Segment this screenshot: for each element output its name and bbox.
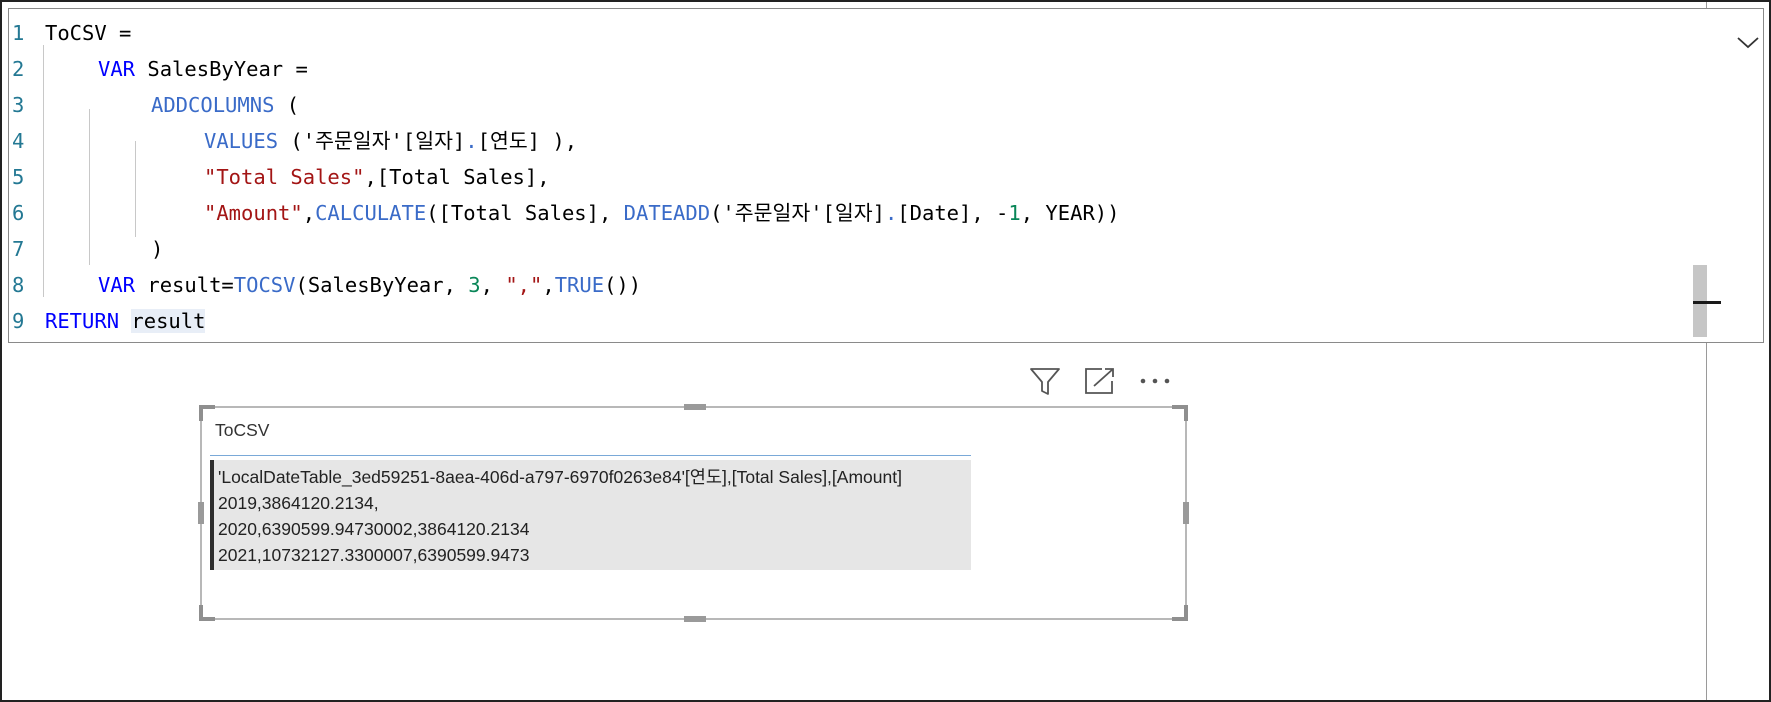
code-line[interactable]: 1 ToCSV = bbox=[9, 15, 1689, 51]
code-line[interactable]: 2 VAR SalesByYear = bbox=[9, 51, 1689, 87]
filter-button[interactable] bbox=[1025, 364, 1065, 398]
line-number: 5 bbox=[12, 165, 25, 189]
resize-corner-bottom-right[interactable] bbox=[1172, 605, 1188, 621]
focus-mode-icon bbox=[1085, 368, 1114, 394]
chevron-down-icon bbox=[1737, 37, 1759, 49]
code-token: VALUES bbox=[204, 129, 279, 153]
code-text: "Total Sales",[Total Sales], bbox=[204, 159, 550, 195]
code-text: ToCSV = bbox=[45, 15, 131, 51]
code-token: , YEAR)) bbox=[1020, 201, 1120, 225]
code-token: ADDCOLUMNS bbox=[151, 93, 275, 117]
code-token: . bbox=[465, 129, 478, 153]
line-number: 1 bbox=[12, 21, 25, 45]
line-number: 4 bbox=[12, 129, 25, 153]
line-number: 3 bbox=[12, 93, 25, 117]
code-token: ) bbox=[151, 237, 164, 261]
code-text: "Amount",CALCULATE([Total Sales], DATEAD… bbox=[204, 195, 1119, 231]
code-token: "Total Sales" bbox=[204, 165, 365, 189]
visual-title: ToCSV bbox=[215, 420, 270, 440]
code-line[interactable]: 3 ADDCOLUMNS ( bbox=[9, 87, 1689, 123]
indent-guide bbox=[43, 45, 44, 297]
resize-corner-bottom-left[interactable] bbox=[199, 605, 215, 621]
more-options-icon bbox=[1140, 378, 1170, 384]
dax-formula-editor[interactable]: 1 ToCSV = 2 VAR SalesByYear = 3 ADDCOLUMNS (4… bbox=[8, 8, 1764, 343]
focus-mode-button[interactable] bbox=[1080, 364, 1120, 398]
code-token: TRUE bbox=[554, 273, 605, 297]
code-token: SalesByYear = bbox=[135, 57, 308, 81]
title-underline bbox=[210, 455, 971, 456]
code-text: VAR result=TOCSV(SalesByYear, 3, ",",TRU… bbox=[98, 267, 641, 303]
code-token: CALCULATE bbox=[315, 201, 427, 225]
code-token: ()) bbox=[604, 273, 642, 297]
code-token: RETURN bbox=[45, 309, 120, 333]
csv-header-line: 'LocalDateTable_3ed59251-8aea-406d-a797-… bbox=[218, 467, 902, 487]
csv-row: 2019,3864120.2134, bbox=[218, 493, 379, 513]
code-token: ('주문일자'[일자] bbox=[278, 129, 466, 153]
code-token: result bbox=[131, 309, 206, 333]
code-token: TOCSV bbox=[233, 273, 296, 297]
code-token: , bbox=[480, 273, 506, 297]
code-line[interactable]: 7) bbox=[9, 231, 1689, 267]
code-token: 3 bbox=[468, 273, 481, 297]
line-number: 8 bbox=[12, 273, 25, 297]
card-value: 'LocalDateTable_3ed59251-8aea-406d-a797-… bbox=[210, 460, 971, 570]
filter-icon bbox=[1030, 368, 1060, 395]
code-token: [연도] ), bbox=[477, 129, 578, 153]
more-options-button[interactable] bbox=[1135, 364, 1175, 398]
resize-handle-left[interactable] bbox=[198, 502, 204, 524]
code-line[interactable]: 4 VALUES ('주문일자'[일자].[연도] ), bbox=[9, 123, 1689, 159]
card-visual[interactable]: ToCSV 'LocalDateTable_3ed59251-8aea-406d… bbox=[198, 404, 1189, 622]
code-token: ('주문일자'[일자] bbox=[710, 201, 885, 225]
code-line[interactable]: 9 RETURN result bbox=[9, 303, 1689, 339]
resize-handle-right[interactable] bbox=[1183, 502, 1189, 524]
code-token: (SalesByYear, bbox=[295, 273, 469, 297]
code-text: ADDCOLUMNS ( bbox=[151, 87, 299, 123]
code-token: . bbox=[884, 201, 898, 225]
code-token: ToCSV = bbox=[45, 21, 132, 45]
code-token: , bbox=[302, 201, 316, 225]
line-number: 2 bbox=[12, 57, 25, 81]
line-number: 6 bbox=[12, 201, 25, 225]
indent-guide bbox=[135, 141, 136, 237]
code-token: "Amount" bbox=[204, 201, 303, 225]
line-number: 7 bbox=[12, 237, 25, 261]
collapse-editor-button[interactable] bbox=[1733, 31, 1763, 55]
code-token: , bbox=[542, 273, 555, 297]
code-token: 1 bbox=[1008, 201, 1021, 225]
code-token: ([Total Sales], bbox=[426, 201, 624, 225]
cursor-position-marker bbox=[1693, 301, 1721, 304]
code-line[interactable]: 6 "Amount",CALCULATE([Total Sales], DATEA… bbox=[9, 195, 1689, 231]
code-token: result= bbox=[135, 273, 234, 297]
resize-corner-top-right[interactable] bbox=[1172, 405, 1188, 421]
code-token: DATEADD bbox=[623, 201, 711, 225]
code-token: "," bbox=[505, 273, 543, 297]
line-number: 9 bbox=[12, 309, 25, 333]
code-token: ( bbox=[274, 93, 300, 117]
code-token: VAR bbox=[98, 273, 136, 297]
code-token: [Date], - bbox=[897, 201, 1009, 225]
code-text: ) bbox=[151, 231, 163, 267]
resize-corner-top-left[interactable] bbox=[199, 405, 215, 421]
csv-row: 2021,10732127.3300007,6390599.9473 bbox=[218, 545, 530, 565]
code-token: VAR bbox=[98, 57, 136, 81]
csv-row: 2020,6390599.94730002,3864120.2134 bbox=[218, 519, 530, 539]
resize-handle-bottom[interactable] bbox=[684, 616, 706, 622]
resize-handle-top[interactable] bbox=[684, 404, 706, 410]
code-line[interactable]: 8 VAR result=TOCSV(SalesByYear, 3, ",",TR… bbox=[9, 267, 1689, 303]
code-text: VALUES ('주문일자'[일자].[연도] ), bbox=[204, 123, 577, 159]
code-token: ,[Total Sales], bbox=[364, 165, 550, 189]
code-text: RETURN result bbox=[45, 303, 206, 339]
code-line[interactable]: 5 "Total Sales",[Total Sales], bbox=[9, 159, 1689, 195]
code-text: VAR SalesByYear = bbox=[98, 51, 308, 87]
indent-guide bbox=[89, 109, 90, 265]
